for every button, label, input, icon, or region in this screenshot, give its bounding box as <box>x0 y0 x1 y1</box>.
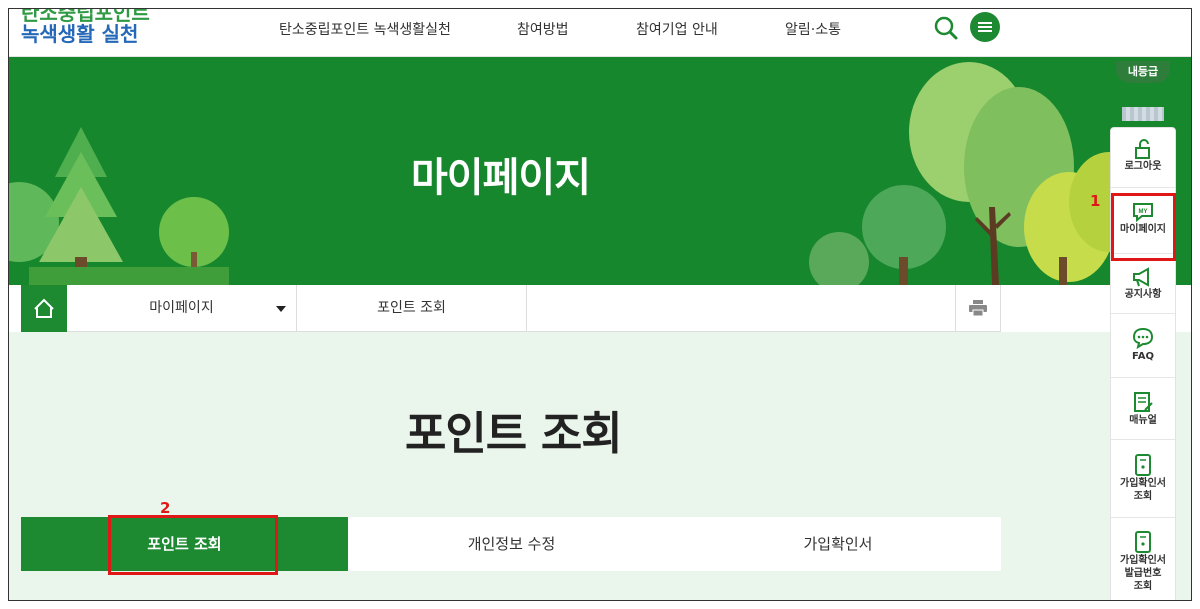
browser-frame: 탄소중립포인트 녹색생활 실천 탄소중립포인트 녹색생활실천 참여방법 참여기업… <box>8 8 1192 601</box>
quick-logout[interactable]: 로그아웃 <box>1111 128 1175 188</box>
callout-number-1: 1 <box>1090 192 1101 210</box>
tab-join-certificate[interactable]: 가입확인서 <box>675 517 1001 571</box>
page-title: 포인트 조회 <box>405 407 623 460</box>
breadcrumb-mypage-select[interactable]: 마이페이지 <box>67 285 297 332</box>
breadcrumb-level2-label: 포인트 조회 <box>377 300 446 316</box>
search-icon[interactable] <box>933 15 959 41</box>
site-logo[interactable]: 탄소중립포인트 녹색생활 실천 <box>21 9 150 46</box>
breadcrumb-level1-label: 마이페이지 <box>149 300 214 316</box>
nav-notice-communication[interactable]: 알림·소통 <box>785 19 841 39</box>
quick-logout-label: 로그아웃 <box>1124 161 1162 172</box>
quick-join-confirm-label-2: 조회 <box>1133 491 1153 502</box>
callout-highlight-1 <box>1111 193 1176 261</box>
quick-faq-label: FAQ <box>1132 351 1154 362</box>
chevron-down-icon <box>276 306 286 312</box>
nav-green-life[interactable]: 탄소중립포인트 녹색생활실천 <box>279 19 451 39</box>
quick-issue-label-1: 가입확인서 <box>1120 555 1166 566</box>
quick-join-confirm[interactable]: 가입확인서 조회 <box>1111 440 1175 518</box>
menu-button[interactable] <box>970 12 1000 42</box>
quick-join-confirm-label-1: 가입확인서 <box>1120 478 1166 489</box>
logo-line-2: 녹색생활 실천 <box>21 22 139 46</box>
nav-partner-companies[interactable]: 참여기업 안내 <box>636 19 718 39</box>
home-button[interactable] <box>21 285 67 332</box>
blurred-user-name <box>1122 107 1164 121</box>
quick-notice[interactable]: 공지사항 <box>1111 254 1175 314</box>
document-edit-icon <box>1134 392 1153 412</box>
certificate-icon <box>1135 531 1151 553</box>
quick-manual[interactable]: 매뉴얼 <box>1111 378 1175 440</box>
quick-menu: 내등급 로그아웃 MY 마이페이지 공지사항 FAQ 매뉴얼 가입확인서 조회 … <box>1110 61 1176 600</box>
print-icon <box>969 300 987 317</box>
banner-tree-illustration <box>9 62 1149 285</box>
page-banner: 마이페이지 <box>9 57 1191 285</box>
unlock-icon <box>1135 139 1150 159</box>
quick-faq[interactable]: FAQ <box>1111 314 1175 378</box>
certificate-icon <box>1135 454 1151 476</box>
speech-bubble-icon <box>1132 327 1154 350</box>
quick-issue-label-3: 조회 <box>1133 581 1153 592</box>
quick-notice-label: 공지사항 <box>1124 289 1162 300</box>
tab-edit-profile[interactable]: 개인정보 수정 <box>348 517 675 571</box>
quick-manual-label: 매뉴얼 <box>1129 415 1157 426</box>
main-content: 포인트 조회 포인트 조회 개인정보 수정 가입확인서 2 <box>9 332 1191 600</box>
my-rank-badge[interactable]: 내등급 <box>1116 61 1170 83</box>
quick-issue-number[interactable]: 가입확인서 발급번호 조회 <box>1111 518 1175 600</box>
nav-how-to-join[interactable]: 참여방법 <box>517 19 569 39</box>
print-button[interactable] <box>955 285 1001 332</box>
megaphone-icon <box>1133 267 1149 287</box>
home-icon <box>34 298 54 318</box>
callout-highlight-2 <box>108 515 278 575</box>
quick-issue-label-2: 발급번호 <box>1124 568 1162 579</box>
banner-title: 마이페이지 <box>411 155 591 201</box>
site-header: 탄소중립포인트 녹색생활 실천 탄소중립포인트 녹색생활실천 참여방법 참여기업… <box>9 9 1191 57</box>
breadcrumb-current-select[interactable]: 포인트 조회 <box>297 285 527 332</box>
breadcrumb: 마이페이지 포인트 조회 <box>21 285 1001 332</box>
